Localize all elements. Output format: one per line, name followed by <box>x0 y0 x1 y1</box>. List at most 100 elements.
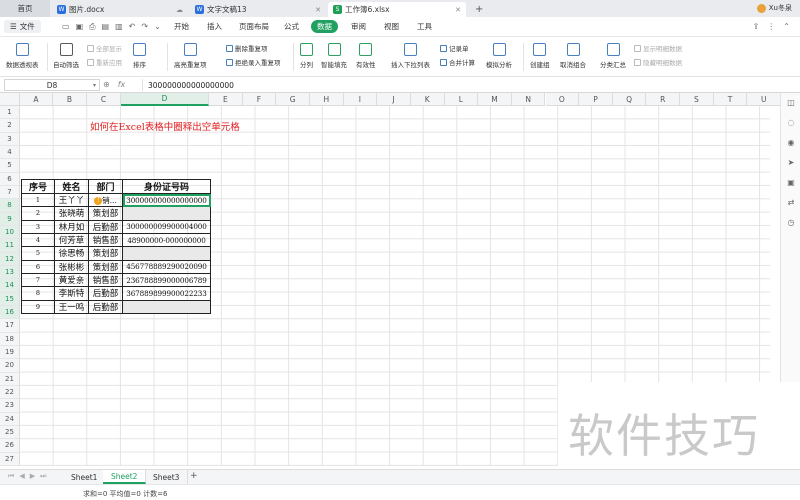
cell-dept[interactable]: 后勤部 <box>88 299 123 314</box>
column-header[interactable]: Q <box>612 93 647 106</box>
column-header[interactable]: U <box>747 93 782 106</box>
shapes-icon[interactable]: ◌ <box>786 118 796 128</box>
cell-name[interactable]: 王一鸣 <box>54 299 89 314</box>
consolidate-button[interactable]: 合并计算 <box>440 57 475 67</box>
cell-id[interactable]: 300000000000000000 <box>122 192 211 208</box>
column-header[interactable]: P <box>579 93 613 106</box>
cell-no[interactable]: 3 <box>21 219 55 234</box>
row-header[interactable]: 8 <box>0 199 20 213</box>
ungroup-button[interactable]: 取消组合 <box>560 43 586 69</box>
menu-page-layout[interactable]: 页面布局 <box>233 20 275 33</box>
cell-name[interactable]: 李斯特 <box>54 286 89 301</box>
cell-name[interactable]: 黄爱亲 <box>54 272 89 288</box>
row-header[interactable]: 9 <box>0 212 20 226</box>
column-header[interactable]: T <box>713 93 748 106</box>
row-header[interactable]: 3 <box>0 132 20 146</box>
cell-dept[interactable]: 策划部 <box>88 246 123 261</box>
column-header[interactable]: D <box>121 93 209 106</box>
cell-id[interactable] <box>122 206 211 221</box>
cell-no[interactable]: 2 <box>21 206 55 221</box>
cell-dept[interactable]: 策划部 <box>88 206 123 221</box>
warning-icon[interactable]: ! <box>94 196 103 205</box>
close-icon[interactable]: ✕ <box>455 6 461 14</box>
menu-data[interactable]: 数据 <box>311 20 338 33</box>
insert-dropdown-button[interactable]: 插入下拉列表 <box>391 43 430 69</box>
cell-name[interactable]: 林月如 <box>54 219 89 234</box>
tab-doc-3[interactable]: S 工作簿6.xlsx ✕ <box>328 2 466 17</box>
cell-id[interactable]: 367889899900022233 <box>122 286 211 301</box>
share-icon[interactable]: ⇪ <box>753 22 760 31</box>
file-menu-button[interactable]: ☰ 文件 <box>4 20 41 33</box>
group-button[interactable]: 创建组 <box>530 43 550 69</box>
row-header[interactable]: 6 <box>0 172 20 186</box>
cell-no[interactable]: 1 <box>21 192 55 208</box>
row-header[interactable]: 24 <box>0 412 20 426</box>
first-sheet-icon[interactable]: ⏮ <box>8 472 14 481</box>
cell-name[interactable]: 王丫丫 <box>54 192 89 208</box>
redo-icon[interactable]: ↷ <box>141 22 148 32</box>
cell-id[interactable] <box>122 246 211 261</box>
row-header[interactable]: 23 <box>0 399 20 413</box>
row-header[interactable]: 14 <box>0 279 20 293</box>
row-header[interactable]: 21 <box>0 372 20 386</box>
save-icon[interactable]: ▣ <box>76 22 84 32</box>
smart-fill-button[interactable]: 智能填充 <box>321 43 347 69</box>
header-id[interactable]: 身份证号码 <box>122 179 211 194</box>
header-name[interactable]: 姓名 <box>54 179 89 194</box>
reject-duplicates-button[interactable]: 拒绝录入重复项 <box>226 57 281 67</box>
share-file-icon[interactable]: ⇄ <box>786 198 796 208</box>
menu-start[interactable]: 开始 <box>168 20 195 33</box>
cell-dept[interactable]: 销售部 <box>88 272 123 288</box>
collapse-ribbon-icon[interactable]: ⌃ <box>783 22 790 31</box>
cell-no[interactable]: 4 <box>21 232 55 248</box>
name-box[interactable]: D8 ▾ <box>4 79 100 91</box>
sheet-tab-3[interactable]: Sheet3 <box>145 470 189 484</box>
column-header[interactable]: A <box>20 93 53 106</box>
subtotal-button[interactable]: 分类汇总 <box>600 43 626 69</box>
row-header[interactable]: 26 <box>0 439 20 453</box>
row-header[interactable]: 2 <box>0 119 20 133</box>
what-if-button[interactable]: 模拟分析 <box>486 43 512 69</box>
show-detail-button[interactable]: 显示明细数据 <box>634 43 682 53</box>
cell-no[interactable]: 6 <box>21 259 55 274</box>
column-header[interactable]: C <box>87 93 121 106</box>
more-options-icon[interactable]: ⋮ <box>767 22 775 31</box>
column-header[interactable]: B <box>53 93 87 106</box>
cell-dept[interactable]: 策划部 <box>88 259 123 274</box>
tab-doc-1[interactable]: W 图片.docx ☁ <box>52 2 188 17</box>
cell-id[interactable]: 236788899000006789 <box>122 272 211 288</box>
column-header[interactable]: O <box>545 93 580 106</box>
column-header[interactable]: H <box>309 93 344 106</box>
tab-home[interactable]: 首页 <box>0 0 50 17</box>
row-header[interactable]: 18 <box>0 332 20 346</box>
open-folder-icon[interactable]: ▭ <box>62 22 70 32</box>
row-header[interactable]: 22 <box>0 385 20 400</box>
user-account[interactable]: Xu冬泉 <box>756 3 792 13</box>
formula-input[interactable]: 300000000000000000 <box>142 79 776 91</box>
hide-detail-button[interactable]: 隐藏明细数据 <box>634 57 682 67</box>
cell-no[interactable]: 8 <box>21 286 55 301</box>
undo-icon[interactable]: ↶ <box>129 22 136 32</box>
cell-id[interactable]: 300000009900004000 <box>122 219 211 234</box>
cell-no[interactable]: 7 <box>21 272 55 288</box>
column-header[interactable]: N <box>511 93 546 106</box>
new-tab-button[interactable]: + <box>470 2 484 17</box>
cell-id[interactable]: 48900000-000000000 <box>122 232 211 248</box>
cell-id[interactable] <box>122 299 211 314</box>
row-header[interactable]: 25 <box>0 425 20 440</box>
column-header[interactable]: F <box>242 93 277 106</box>
style-icon[interactable]: ◫ <box>786 98 796 108</box>
row-header[interactable]: 20 <box>0 359 20 373</box>
cell-no[interactable]: 9 <box>21 299 55 314</box>
row-header[interactable]: 4 <box>0 145 20 160</box>
validation-button[interactable]: 有效性 <box>356 43 376 69</box>
show-all-button[interactable]: 全部显示 <box>87 43 122 53</box>
last-sheet-icon[interactable]: ⏭ <box>40 472 46 481</box>
menu-view[interactable]: 视图 <box>378 20 405 33</box>
cell-dept[interactable]: 销售部 <box>88 232 123 248</box>
row-header[interactable]: 16 <box>0 305 20 320</box>
cell-name[interactable]: 徐思畅 <box>54 246 89 261</box>
add-sheet-button[interactable]: + <box>190 471 198 481</box>
cell-name[interactable]: 张晓萌 <box>54 206 89 221</box>
row-header[interactable]: 10 <box>0 225 20 240</box>
